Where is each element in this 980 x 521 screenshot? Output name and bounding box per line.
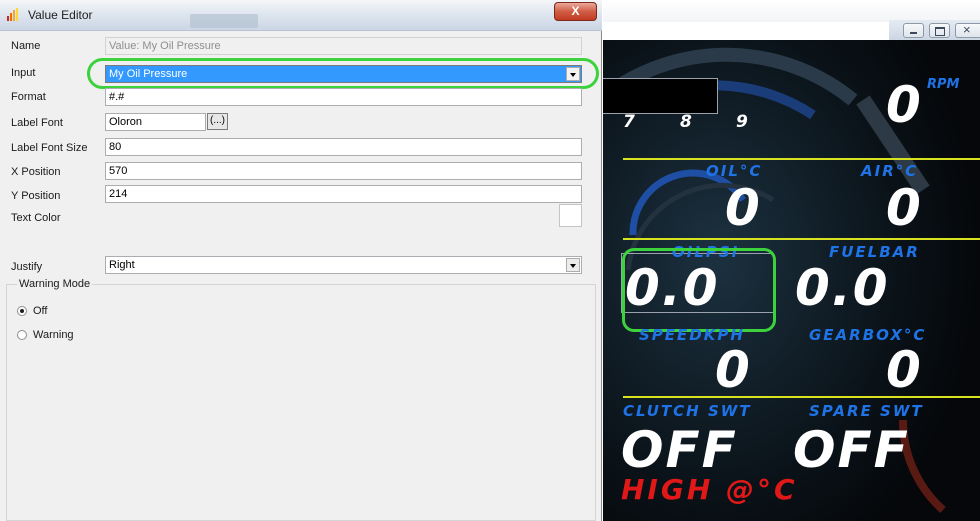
oil-temp-value: 0 [725,179,762,237]
close-button[interactable] [955,22,980,38]
annotation-highlight-box [622,248,776,332]
radio-checked-icon[interactable] [17,306,27,316]
radio-warning[interactable]: Warning [17,329,74,341]
divider-line [623,238,980,240]
clutch-switch-value: OFF [621,421,738,479]
rpm-bar-box [603,78,718,114]
justify-label: Justify [11,261,43,273]
label-font-size-label: Label Font Size [11,142,88,154]
x-position-field[interactable]: 570 [105,162,582,180]
y-position-field[interactable]: 214 [105,185,582,203]
spare-switch-value: OFF [793,421,910,479]
close-button[interactable]: X [554,2,597,21]
justify-select-value: Right [109,259,135,271]
fuel-bar-label: FUELBAR [829,243,920,261]
air-temp-label: AIR°C [861,162,919,180]
name-field[interactable]: Value: My Oil Pressure [105,37,582,55]
label-font-size-field[interactable]: 80 [105,138,582,156]
annotation-highlight-oval [87,58,599,89]
format-label: Format [11,91,46,103]
input-label: Input [11,67,36,79]
preview-top-strip [603,0,980,22]
gear-tick-9: 9 [736,112,748,132]
background-window-fragment [190,14,258,28]
app-icon [7,8,21,21]
radio-off[interactable]: Off [17,305,47,317]
minimize-button[interactable] [903,23,924,38]
text-color-label: Text Color [11,212,61,224]
title-bar[interactable]: Value Editor X [0,0,602,31]
dash-preview-window: 0 RPM 7 8 9 OIL°C AIR°C 0 0 OILPSI FUELB… [603,0,980,521]
warning-text: HIGH @°C [621,473,798,506]
speed-value: 0 [715,341,752,399]
label-font-field[interactable]: Oloron [105,113,206,131]
rpm-value: 0 [886,76,923,134]
radio-unchecked-icon[interactable] [17,330,27,340]
spare-switch-label: SPARE SWT [809,402,924,420]
text-color-swatch[interactable] [559,204,582,227]
gear-tick-7: 7 [623,112,635,132]
radio-warning-label: Warning [33,329,74,341]
dash-display[interactable]: 0 RPM 7 8 9 OIL°C AIR°C 0 0 OILPSI FUELB… [603,40,980,521]
x-position-label: X Position [11,166,61,178]
rpm-unit: RPM [927,77,960,92]
value-editor-window: Value Editor X Name Value: My Oil Pressu… [0,0,602,521]
oil-temp-label: OIL°C [706,162,763,180]
divider-line [623,158,980,160]
browse-font-button[interactable]: (...) [207,113,228,130]
fuel-bar-value: 0.0 [795,259,890,317]
y-position-label: Y Position [11,190,61,202]
name-label: Name [11,40,41,52]
clutch-switch-label: CLUTCH SWT [623,402,752,420]
label-font-label: Label Font [11,117,63,129]
justify-select[interactable]: Right [105,256,582,274]
chevron-down-icon[interactable] [566,258,580,272]
warning-mode-legend: Warning Mode [17,278,93,290]
radio-off-label: Off [33,305,48,317]
gear-tick-8: 8 [680,112,692,132]
air-temp-value: 0 [886,179,923,237]
divider-line [623,396,980,398]
maximize-button[interactable] [929,23,950,38]
format-field[interactable]: #.# [105,88,582,106]
gearbox-temp-value: 0 [886,341,923,399]
warning-mode-group: Warning Mode Off Warning [6,278,596,521]
window-title: Value Editor [28,8,93,22]
